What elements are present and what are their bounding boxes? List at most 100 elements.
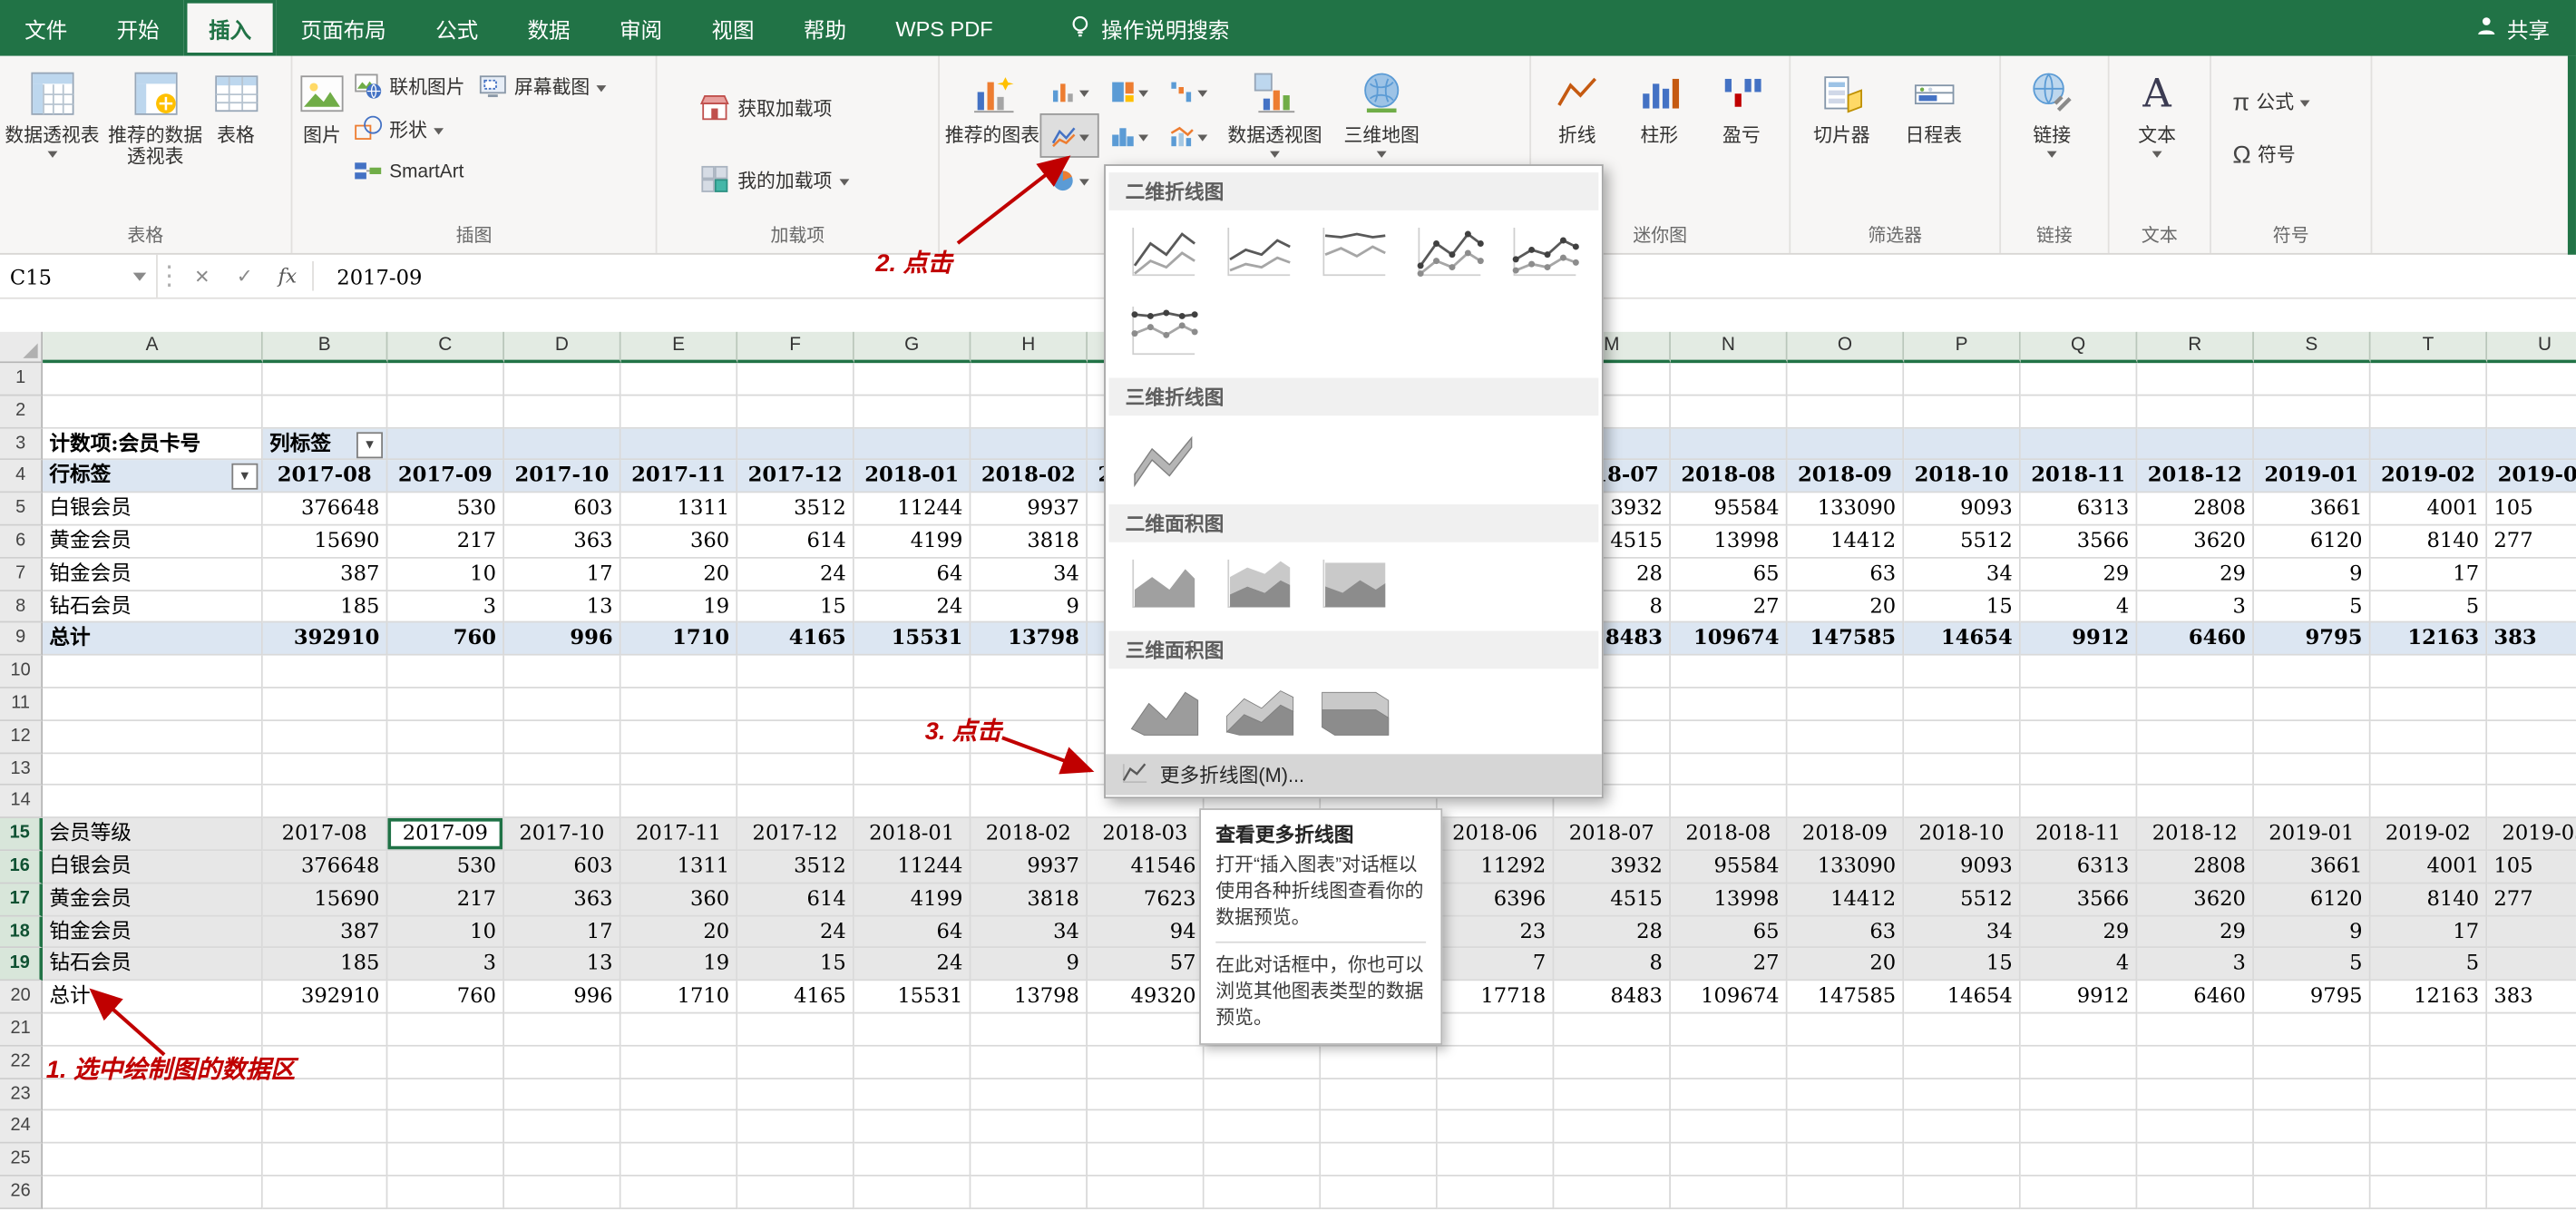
cell-K24[interactable]: [1321, 1111, 1438, 1144]
cell-E15[interactable]: 2017-11: [621, 818, 738, 851]
cell-A15[interactable]: 会员等级: [43, 818, 263, 851]
cell-E24[interactable]: [621, 1111, 738, 1144]
cell-A20[interactable]: 总计: [43, 981, 263, 1014]
cell-L17[interactable]: 6396: [1438, 884, 1555, 916]
cell-G16[interactable]: 11244: [854, 851, 971, 884]
row-header-10[interactable]: 10: [0, 656, 43, 689]
row-header-2[interactable]: 2: [0, 396, 43, 428]
cell-E14[interactable]: [621, 786, 738, 818]
cell-S9[interactable]: 9795: [2254, 623, 2371, 656]
cell-P2[interactable]: [1904, 396, 2021, 428]
cell-A5[interactable]: 白银会员: [43, 493, 263, 526]
my-addins-button[interactable]: 我的加载项: [692, 144, 855, 217]
cell-N25[interactable]: [1671, 1144, 1788, 1177]
cell-Q11[interactable]: [2021, 689, 2138, 721]
row-header-14[interactable]: 14: [0, 786, 43, 818]
cell-N2[interactable]: [1671, 396, 1788, 428]
cell-O6[interactable]: 14412: [1788, 526, 1905, 559]
cell-N22[interactable]: [1671, 1046, 1788, 1079]
cell-G2[interactable]: [854, 396, 971, 428]
cell-E7[interactable]: 20: [621, 558, 738, 591]
pictures-button[interactable]: 图片: [298, 59, 346, 148]
cell-G8[interactable]: 24: [854, 591, 971, 623]
cell-E5[interactable]: 1311: [621, 493, 738, 526]
cell-U24[interactable]: [2487, 1111, 2576, 1144]
cell-R15[interactable]: 2018-12: [2137, 818, 2254, 851]
cell-S11[interactable]: [2254, 689, 2371, 721]
cell-H26[interactable]: [971, 1177, 1088, 1209]
cell-B5[interactable]: 376648: [263, 493, 388, 526]
tab-data[interactable]: 数据: [503, 0, 594, 56]
chart-line-button[interactable]: [1039, 113, 1098, 158]
cell-F17[interactable]: 614: [737, 884, 854, 916]
column-header-N[interactable]: N: [1671, 332, 1788, 363]
cell-N23[interactable]: [1671, 1079, 1788, 1111]
cell-F23[interactable]: [737, 1079, 854, 1111]
cell-N12[interactable]: [1671, 721, 1788, 754]
cell-F13[interactable]: [737, 754, 854, 786]
cell-H18[interactable]: 34: [971, 916, 1088, 949]
cell-G21[interactable]: [854, 1013, 971, 1046]
column-header-C[interactable]: C: [387, 332, 504, 363]
cell-C6[interactable]: 217: [387, 526, 504, 559]
cell-N10[interactable]: [1671, 656, 1788, 689]
cell-L23[interactable]: [1438, 1079, 1555, 1111]
cell-E4[interactable]: 2017-11: [621, 461, 738, 493]
cell-R11[interactable]: [2137, 689, 2254, 721]
cell-H24[interactable]: [971, 1111, 1088, 1144]
cell-E17[interactable]: 360: [621, 884, 738, 916]
row-header-17[interactable]: 17: [0, 884, 43, 916]
cell-Q5[interactable]: 6313: [2021, 493, 2138, 526]
cell-F11[interactable]: [737, 689, 854, 721]
cell-C23[interactable]: [387, 1079, 504, 1111]
tab-page-layout[interactable]: 页面布局: [276, 0, 411, 56]
cell-D15[interactable]: 2017-10: [504, 818, 621, 851]
cell-A3[interactable]: 计数项:会员卡号: [43, 428, 263, 461]
cell-Q1[interactable]: [2021, 363, 2138, 396]
cell-F4[interactable]: 2017-12: [737, 461, 854, 493]
cell-S23[interactable]: [2254, 1079, 2371, 1111]
cell-C19[interactable]: 3: [387, 949, 504, 981]
tab-wps-pdf[interactable]: WPS PDF: [871, 0, 1018, 56]
cell-D18[interactable]: 17: [504, 916, 621, 949]
column-header-B[interactable]: B: [263, 332, 388, 363]
cell-C18[interactable]: 10: [387, 916, 504, 949]
cell-F21[interactable]: [737, 1013, 854, 1046]
screenshot-button[interactable]: 屏幕截图: [472, 65, 613, 108]
pivotchart-button[interactable]: 数据透视图: [1217, 59, 1332, 158]
cell-T5[interactable]: 4001: [2371, 493, 2488, 526]
cell-Q19[interactable]: 4: [2021, 949, 2138, 981]
cell-L19[interactable]: 7: [1438, 949, 1555, 981]
cell-L25[interactable]: [1438, 1144, 1555, 1177]
cell-E18[interactable]: 20: [621, 916, 738, 949]
cell-E22[interactable]: [621, 1046, 738, 1079]
cell-N24[interactable]: [1671, 1111, 1788, 1144]
cell-D10[interactable]: [504, 656, 621, 689]
cell-C7[interactable]: 10: [387, 558, 504, 591]
cell-N8[interactable]: 27: [1671, 591, 1788, 623]
cell-T18[interactable]: 17: [2371, 916, 2488, 949]
cell-F19[interactable]: 15: [737, 949, 854, 981]
cell-S12[interactable]: [2254, 721, 2371, 754]
cell-T14[interactable]: [2371, 786, 2488, 818]
cell-O5[interactable]: 133090: [1788, 493, 1905, 526]
cell-R25[interactable]: [2137, 1144, 2254, 1177]
cell-N14[interactable]: [1671, 786, 1788, 818]
row-header-11[interactable]: 11: [0, 689, 43, 721]
cell-C25[interactable]: [387, 1144, 504, 1177]
cell-H23[interactable]: [971, 1079, 1088, 1111]
cell-U18[interactable]: [2487, 916, 2576, 949]
cell-Q23[interactable]: [2021, 1079, 2138, 1111]
cell-P1[interactable]: [1904, 363, 2021, 396]
cell-T22[interactable]: [2371, 1046, 2488, 1079]
cell-I24[interactable]: [1088, 1111, 1205, 1144]
cell-E26[interactable]: [621, 1177, 738, 1209]
cell-A21[interactable]: [43, 1013, 263, 1046]
cell-P25[interactable]: [1904, 1144, 2021, 1177]
cell-F2[interactable]: [737, 396, 854, 428]
cell-M24[interactable]: [1554, 1111, 1671, 1144]
cell-R1[interactable]: [2137, 363, 2254, 396]
cell-S4[interactable]: 2019-01: [2254, 461, 2371, 493]
cell-O2[interactable]: [1788, 396, 1905, 428]
cell-G5[interactable]: 11244: [854, 493, 971, 526]
